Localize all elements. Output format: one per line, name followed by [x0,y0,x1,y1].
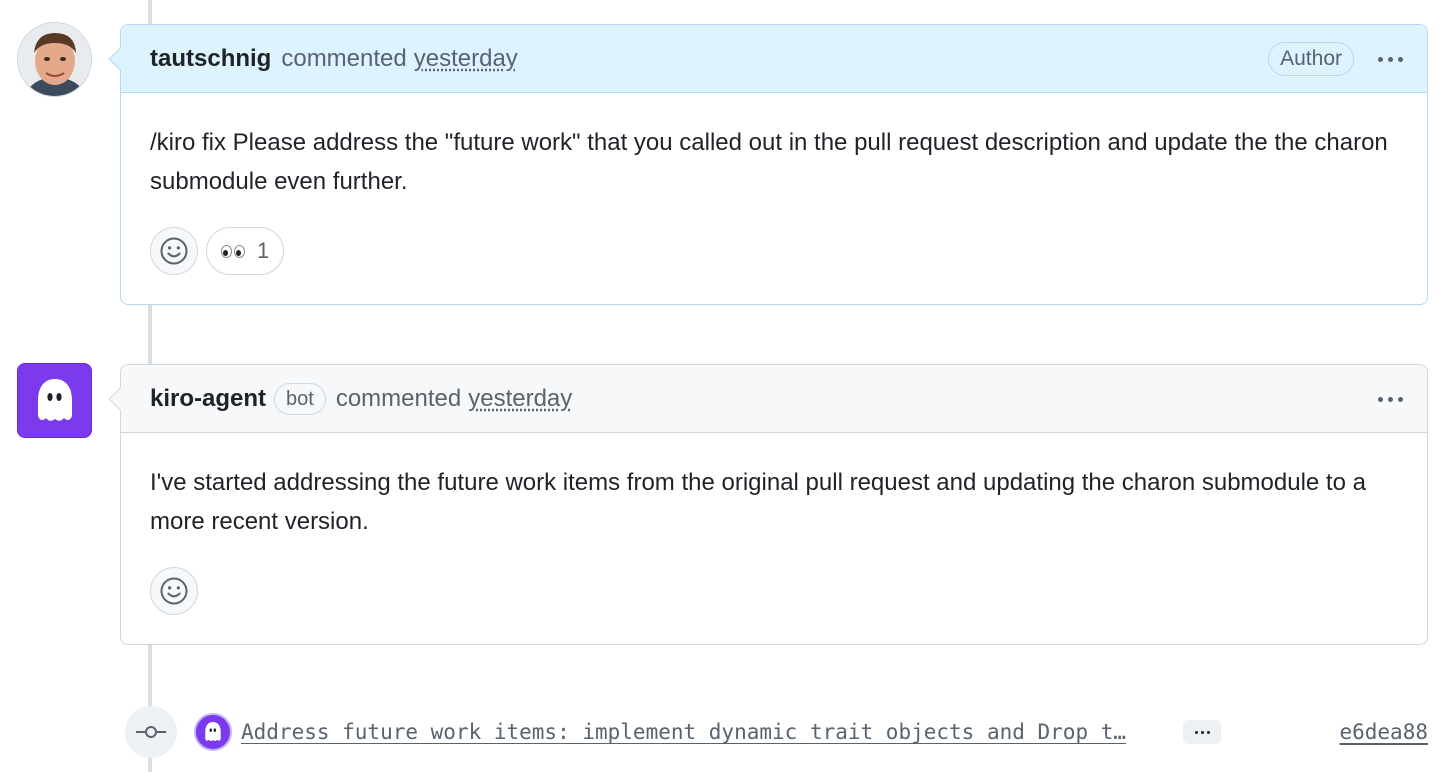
kebab-dot-icon [1388,56,1393,62]
add-reaction-button[interactable] [150,567,198,615]
reactions-bar: 1 [150,227,285,275]
timeline-commit: Address future work items: implement dyn… [125,706,1428,758]
comment-timestamp[interactable]: yesterday [468,385,572,413]
reaction-eyes[interactable]: 1 [206,227,285,275]
ellipsis-dot-icon [1194,730,1198,734]
comment-options-button[interactable] [1374,51,1407,68]
comment-body: /kiro fix Please address the "future wor… [150,129,1388,195]
comment-author[interactable]: kiro-agent [150,385,266,413]
comment-action: commented [335,384,462,412]
smiley-icon [160,577,188,605]
avatar-kiro-agent[interactable] [17,363,92,438]
commit-sha-link[interactable]: e6dea88 [1339,720,1428,744]
reaction-count: 1 [257,238,270,263]
comment-tautschnig: tautschnig commented yesterday Author /k… [108,24,1428,305]
commit-message-link[interactable]: Address future work items: implement dyn… [241,720,1161,744]
ellipsis-dot-icon [1200,730,1204,734]
kebab-dot-icon [1378,56,1383,62]
comment-author[interactable]: tautschnig [150,45,271,73]
kiro-ghost-icon [37,378,72,421]
git-commit-icon [125,706,177,758]
add-reaction-button[interactable] [150,227,198,275]
commit-author-avatar[interactable] [194,713,232,751]
comment-header: kiro-agent bot commented yesterday [121,365,1427,433]
bot-badge: bot [274,382,326,415]
kiro-ghost-icon [205,722,221,741]
ellipsis-dot-icon [1206,730,1210,734]
eyes-emoji-icon [221,244,245,258]
comment-options-button[interactable] [1374,391,1407,408]
kebab-dot-icon [1398,396,1403,402]
comment-body: I've started addressing the future work … [150,469,1366,535]
expand-commit-message-button[interactable] [1183,720,1221,744]
comment-action: commented [281,44,407,72]
author-badge: Author [1268,42,1354,76]
kebab-dot-icon [1398,56,1403,62]
reactions-bar [150,567,198,615]
avatar-tautschnig[interactable] [17,22,92,97]
kebab-dot-icon [1378,396,1383,402]
kebab-dot-icon [1388,396,1393,402]
comment-kiro-agent: kiro-agent bot commented yesterday I've … [108,364,1428,645]
comment-timestamp[interactable]: yesterday [414,45,518,73]
smiley-icon [160,237,188,265]
comment-header: tautschnig commented yesterday Author [121,25,1427,93]
